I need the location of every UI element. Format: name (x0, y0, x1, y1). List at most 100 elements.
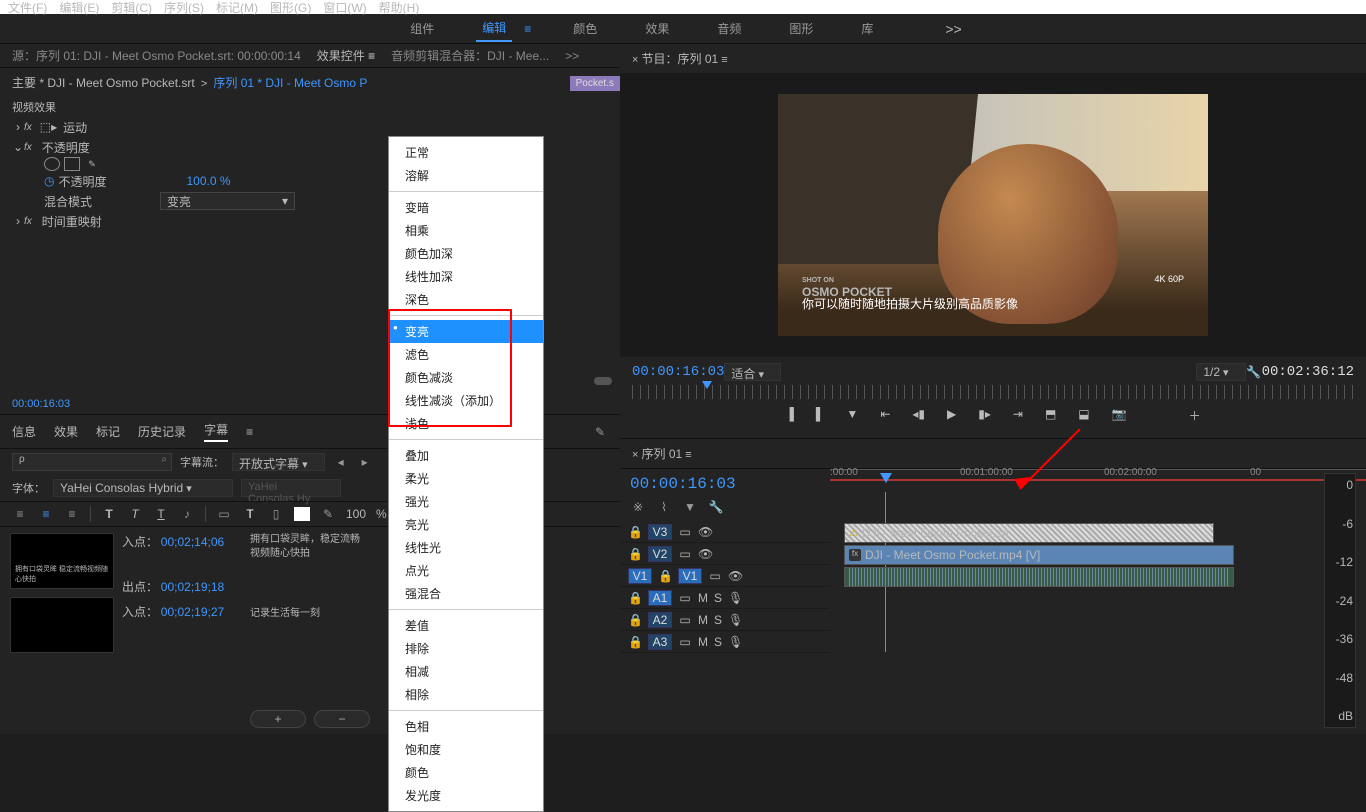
caption-thumb-1[interactable]: 拥有口袋灵眸 稳定流畅视频随心快拍 (10, 533, 114, 589)
tab-history[interactable]: 历史记录 (138, 423, 186, 440)
video-preview[interactable]: SHOT ONOSMO POCKET 4K 60P 你可以随时随地拍摄大片级别高… (778, 94, 1208, 336)
chevron-left-icon[interactable]: ◂ (333, 454, 349, 470)
font-select2[interactable]: YaHei Consolas Hy (241, 479, 341, 497)
track-a3[interactable]: 🔒A3▭MS🎙 (620, 631, 830, 653)
blend-hue[interactable]: 色相 (389, 715, 543, 738)
extract-icon[interactable]: ⬓ (1078, 407, 1089, 424)
bg-off-icon[interactable]: ▯ (268, 506, 284, 522)
caption-text-2[interactable]: 记录生活每一刻 (250, 607, 360, 621)
program-title[interactable]: 节目：序列 01 (641, 52, 718, 66)
play-icon[interactable]: ▶ (947, 407, 956, 424)
align-left-icon[interactable]: ≡ (12, 506, 28, 522)
blend-dissolve[interactable]: 溶解 (389, 164, 543, 187)
settings-icon[interactable]: 🔧 (708, 499, 724, 515)
blend-subtract[interactable]: 相减 (389, 660, 543, 683)
fit-select[interactable]: 适合 ▾ (724, 363, 781, 381)
caption-row-1[interactable]: 入点： 00;02;14;06 出点： 00;02;19;18 (122, 533, 242, 595)
menu-edit[interactable]: 编辑(E) (59, 0, 99, 16)
underline-icon[interactable]: T (153, 506, 169, 522)
ws-tab-library[interactable]: 库 (855, 16, 879, 41)
italic-icon[interactable]: T (127, 506, 143, 522)
track-a2[interactable]: 🔒A2▭MS🎙 (620, 609, 830, 631)
blend-darkercolor[interactable]: 深色 (389, 288, 543, 311)
blend-hardmix[interactable]: 强混合 (389, 582, 543, 605)
blend-difference[interactable]: 差值 (389, 614, 543, 637)
snap-icon[interactable]: ※ (630, 499, 646, 515)
blend-exclusion[interactable]: 排除 (389, 637, 543, 660)
align-right-icon[interactable]: ≡ (64, 506, 80, 522)
blend-vividlight[interactable]: 亮光 (389, 513, 543, 536)
track-a1[interactable]: 🔒A1▭MS🎙 (620, 587, 830, 609)
stream-select[interactable]: 开放式字幕 ▾ (232, 453, 325, 471)
track-v3[interactable]: 🔒V3▭👁 (620, 521, 830, 543)
menu-marker[interactable]: 标记(M) (216, 0, 258, 16)
menu-graphics[interactable]: 图形(G) (270, 0, 311, 16)
goto-in-icon[interactable]: ⇤ (880, 407, 890, 424)
blend-mode-dropdown[interactable]: 变亮▾ (160, 192, 295, 210)
timeline-ruler[interactable]: :00:00 00:01:00:00 00:02:00:00 00 (830, 469, 1366, 517)
mask-pen-icon[interactable]: ✎ (84, 157, 100, 171)
program-timecode[interactable]: 00:00:16:03 (632, 364, 724, 380)
mask-ellipse-icon[interactable] (44, 157, 60, 171)
tab-effect-controls[interactable]: 效果控件 ≡ (317, 47, 375, 64)
font-select[interactable]: YaHei Consolas Hybrid ▾ (53, 479, 233, 497)
blend-luminosity[interactable]: 发光度 (389, 784, 543, 807)
program-playhead[interactable] (702, 381, 712, 389)
mask-rect-icon[interactable] (64, 157, 80, 171)
program-ruler[interactable] (632, 385, 1354, 399)
blend-screen[interactable]: 滤色 (389, 343, 543, 366)
blend-saturation[interactable]: 饱和度 (389, 738, 543, 761)
tab-audio-mixer[interactable]: 音频剪辑混合器：DJI - Mee... (391, 47, 549, 64)
track-v2[interactable]: 🔒V2▭👁 (620, 543, 830, 565)
add-button-icon[interactable]: ＋ (1189, 407, 1201, 424)
timeline-content[interactable]: DJI - Meet Osmo Pocket.srt fxDJI - Meet … (830, 521, 1366, 653)
caption-text-1[interactable]: 拥有口袋灵眸，稳定流畅视频随心快拍 (250, 533, 360, 561)
track-v1[interactable]: V1🔒V1▭👁 (620, 565, 830, 587)
mark-in-icon[interactable]: ▐ (785, 407, 794, 424)
caption-thumb-2[interactable] (10, 597, 114, 653)
blend-pinlight[interactable]: 点光 (389, 559, 543, 582)
eyedropper-icon[interactable]: ✎ (592, 424, 608, 440)
eyedropper2-icon[interactable]: ✎ (320, 506, 336, 522)
ws-tab-assembly[interactable]: 组件 (404, 16, 440, 41)
menu-help[interactable]: 帮助(H) (379, 0, 420, 16)
opacity-value[interactable]: 100 (346, 507, 366, 521)
blend-lineardodge[interactable]: 线性减淡（添加） (389, 389, 543, 412)
blend-softlight[interactable]: 柔光 (389, 467, 543, 490)
marker-add-icon[interactable]: ▼ (682, 499, 698, 515)
blend-lightercolor[interactable]: 浅色 (389, 412, 543, 435)
ws-tab-graphics[interactable]: 图形 (783, 16, 819, 41)
panel-menu-icon[interactable]: ≡ (246, 425, 253, 439)
blend-multiply[interactable]: 相乘 (389, 219, 543, 242)
goto-out-icon[interactable]: ⇥ (1013, 407, 1023, 424)
tab-more-icon[interactable]: >> (565, 49, 579, 63)
menu-sequence[interactable]: 序列(S) (164, 0, 204, 16)
chevron-right-icon[interactable]: ▸ (357, 454, 373, 470)
clip-srt[interactable]: DJI - Meet Osmo Pocket.srt (844, 523, 1214, 543)
clip-audio[interactable] (844, 567, 1234, 587)
ws-more-icon[interactable]: >> (945, 21, 961, 37)
tab-source[interactable]: 源：序列 01: DJI - Meet Osmo Pocket.srt: 00:… (12, 47, 301, 64)
timeline-title[interactable]: 序列 01 (641, 447, 682, 461)
color-swatch[interactable] (294, 507, 310, 521)
menu-clip[interactable]: 剪辑(C) (111, 0, 152, 16)
blend-darken[interactable]: 变暗 (389, 196, 543, 219)
export-frame-icon[interactable]: 📷 (1112, 407, 1127, 424)
blend-hardlight[interactable]: 强光 (389, 490, 543, 513)
tab-captions[interactable]: 字幕 (204, 421, 228, 442)
blend-linearburn[interactable]: 线性加深 (389, 265, 543, 288)
marker-icon[interactable]: ▼ (846, 407, 858, 424)
ws-menu-icon[interactable]: ≡ (524, 22, 531, 36)
blend-linearlight[interactable]: 线性光 (389, 536, 543, 559)
menu-file[interactable]: 文件(F) (8, 0, 47, 16)
caption-row-2[interactable]: 入点： 00;02;19;27 (122, 603, 242, 620)
effect-timecode[interactable]: 00:00:16:03 (12, 398, 70, 410)
search-input[interactable]: ρ (12, 453, 172, 471)
ws-tab-effects[interactable]: 效果 (639, 16, 675, 41)
tab-effects2[interactable]: 效果 (54, 423, 78, 440)
blend-colordodge[interactable]: 颜色减淡 (389, 366, 543, 389)
blend-overlay[interactable]: 叠加 (389, 444, 543, 467)
bold-icon[interactable]: T (101, 506, 117, 522)
timeline-playhead[interactable] (880, 473, 892, 483)
blend-normal[interactable]: 正常 (389, 141, 543, 164)
